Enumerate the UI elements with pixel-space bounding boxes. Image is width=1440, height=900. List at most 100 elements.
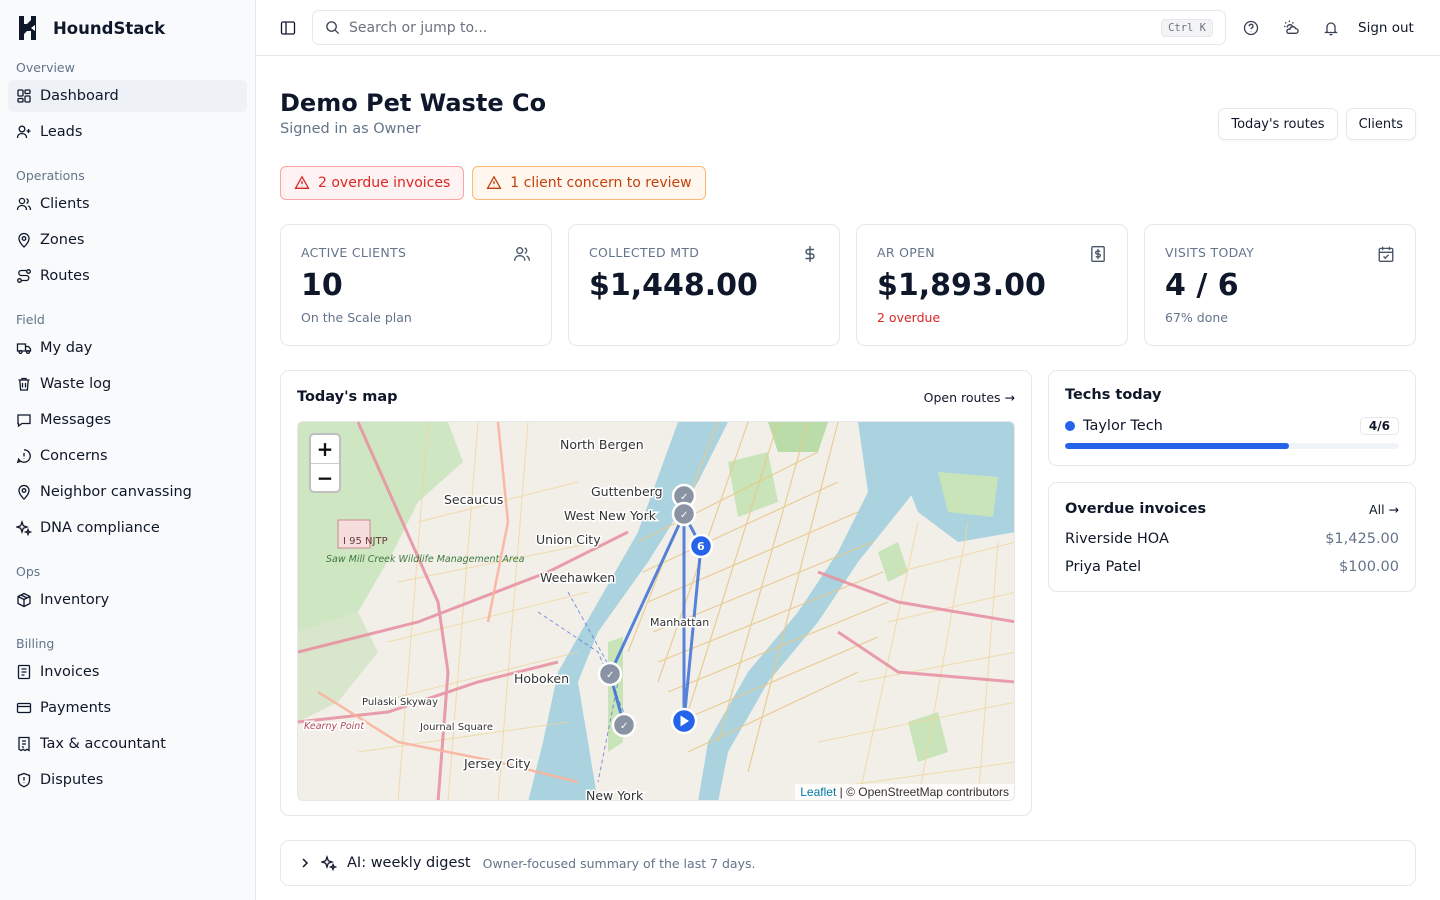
sign-out-button[interactable]: Sign out [1358,20,1414,36]
todays-routes-button[interactable]: Today's routes [1218,108,1338,140]
tech-progress-fill [1065,443,1289,449]
sidebar-item-inventory[interactable]: Inventory [8,584,247,616]
tech-row[interactable]: Taylor Tech 4/6 [1065,417,1399,435]
header-actions: Today's routes Clients [1218,108,1416,140]
sidebar-item-clients[interactable]: Clients [8,188,247,220]
overdue-invoices-card: Overdue invoices All → Riverside HOA $1,… [1048,482,1416,592]
clients-button[interactable]: Clients [1345,108,1416,140]
sidebar-item-waste-log[interactable]: Waste log [8,368,247,400]
users-icon [16,197,32,211]
all-invoices-link[interactable]: All → [1369,502,1399,517]
svg-text:✓: ✓ [680,492,688,503]
nav-group-overview: Overview Dashboard Leads [0,56,255,148]
sidebar-item-label: Leads [40,124,83,140]
techs-today-card: Techs today Taylor Tech 4/6 [1048,370,1416,466]
map-marker-count: 6 [697,540,705,553]
brand[interactable]: HoundStack [0,0,255,56]
dashboard-icon [17,89,31,103]
map-attribution: Leaflet | © OpenStreetMap contributors [795,784,1014,800]
sidebar-item-label: Messages [40,412,112,428]
notifications-button[interactable] [1322,19,1340,37]
stat-card-visits-today: VISITS TODAY 4 / 6 67% done [1144,224,1416,346]
search-input[interactable] [349,19,1153,36]
shortcut-hint: Ctrl K [1161,18,1213,37]
sidebar-item-label: Invoices [40,664,100,680]
sidebar-item-dna-compliance[interactable]: DNA compliance [8,512,247,544]
content-grid: Today's map Open routes → North Bergen S… [280,370,1416,816]
sidebar-item-label: Routes [40,268,90,284]
chevron-right-icon [302,858,309,868]
sidebar-item-label: Clients [40,196,90,212]
stat-card-ar-open: AR OPEN $1,893.00 2 overdue [856,224,1128,346]
digest-title: AI: weekly digest [347,855,471,871]
search-bar[interactable]: Ctrl K [312,10,1226,45]
map-marker-cluster[interactable]: 6 [688,533,714,559]
route-map[interactable]: North Bergen Secaucus Guttenberg West Ne… [297,421,1015,801]
sparkle-icon [16,520,32,536]
credit-card-icon [16,702,32,714]
leaflet-link[interactable]: Leaflet [800,785,836,799]
client-concern-alert[interactable]: 1 client concern to review [472,166,706,200]
sidebar-item-label: Inventory [40,592,110,608]
sidebar-item-neighbor-canvassing[interactable]: Neighbor canvassing [8,476,247,508]
route-icon [17,269,31,283]
sidebar-item-routes[interactable]: Routes [8,260,247,292]
sidebar-item-leads[interactable]: Leads [8,116,247,148]
stat-value: $1,448.00 [589,268,758,303]
zoom-in-button[interactable]: + [311,435,339,463]
invoice-amount: $100.00 [1339,559,1399,575]
map-tiles[interactable]: North Bergen Secaucus Guttenberg West Ne… [298,422,1015,801]
sidebar-item-invoices[interactable]: Invoices [8,656,247,688]
sidebar-item-concerns[interactable]: Concerns [8,440,247,472]
stat-card-active-clients: ACTIVE CLIENTS 10 On the Scale plan [280,224,552,346]
sidebar-item-my-day[interactable]: My day [8,332,247,364]
sidebar-item-label: My day [40,340,93,356]
map-label-hoboken: Hoboken [514,671,569,686]
map-marker-done[interactable]: ✓ [611,712,637,738]
map-label-new-york: New York [586,788,644,801]
page-header: Demo Pet Waste Co Signed in as Owner Tod… [280,56,1416,140]
zoom-out-button[interactable]: − [311,463,339,491]
stat-subtext: 67% done [1165,310,1228,325]
map-label-wildlife-area: Saw Mill Creek Wildlife Management Area [326,554,525,565]
sidebar-item-tax-accountant[interactable]: Tax & accountant [8,728,247,760]
overdue-card-title: Overdue invoices [1065,501,1207,517]
sidebar-item-payments[interactable]: Payments [8,692,247,724]
sidebar-item-disputes[interactable]: Disputes [8,764,247,796]
stat-value: $1,893.00 [877,268,1046,303]
dollar-icon [805,246,815,262]
overdue-invoice-row[interactable]: Priya Patel $100.00 [1065,559,1399,575]
sidebar-item-zones[interactable]: Zones [8,224,247,256]
svg-text:✓: ✓ [620,721,628,732]
ai-weekly-digest[interactable]: AI: weekly digest Owner-focused summary … [280,840,1416,886]
invoice-icon [17,664,31,680]
theme-toggle-button[interactable] [1282,19,1300,37]
map-label-pulaski-skyway: Pulaski Skyway [362,697,438,708]
sidebar-item-dashboard[interactable]: Dashboard [8,80,247,112]
side-column: Techs today Taylor Tech 4/6 Overdue invo [1048,370,1416,816]
houndstack-logo-icon [19,16,36,40]
map-marker-done[interactable]: ✓ [597,661,623,687]
help-button[interactable] [1242,19,1260,37]
overdue-invoice-row[interactable]: Riverside HOA $1,425.00 [1065,531,1399,547]
zoom-controls: + − [309,433,341,493]
overdue-card-header: Overdue invoices All → [1065,499,1399,519]
map-label-north-bergen: North Bergen [560,437,644,452]
sidebar-item-label: Dashboard [40,88,119,104]
map-marker-current[interactable] [670,707,698,735]
brand-name: HoundStack [53,18,166,38]
search-icon [326,21,340,35]
nav-group-field: Field My day Waste log Messages Concerns… [0,308,255,544]
sidebar-toggle-button[interactable] [278,18,298,38]
open-routes-link[interactable]: Open routes → [924,390,1015,405]
overdue-invoices-alert[interactable]: 2 overdue invoices [280,166,465,200]
map-marker-done[interactable]: ✓ [671,501,697,527]
sidebar-item-messages[interactable]: Messages [8,404,247,436]
calendar-check-icon [1378,246,1394,262]
package-icon [17,592,31,608]
sidebar-item-label: Tax & accountant [40,736,166,752]
shield-alert-icon [17,772,31,788]
stat-label: VISITS TODAY [1165,245,1255,260]
alert-circle-icon [16,449,31,464]
invoice-amount: $1,425.00 [1325,531,1399,547]
